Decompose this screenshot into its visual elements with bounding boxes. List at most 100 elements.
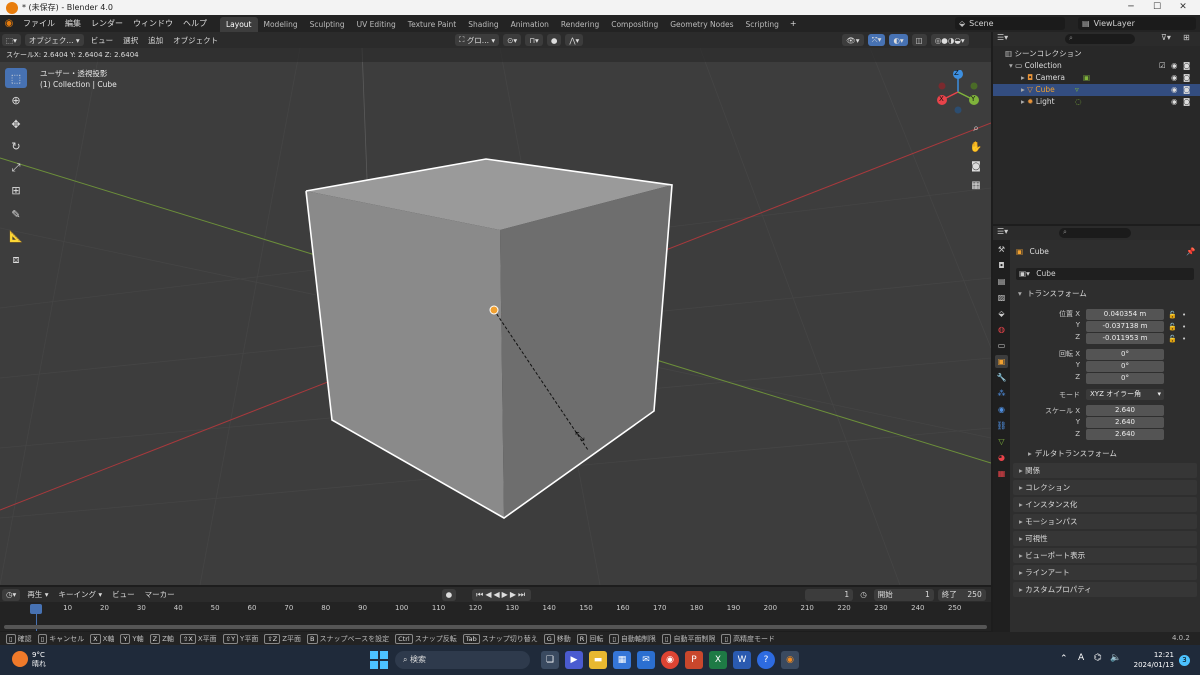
data-tab-icon[interactable]: ▽ bbox=[995, 435, 1008, 448]
camera-view-icon[interactable]: ◙ bbox=[968, 158, 984, 174]
timeline-area[interactable]: 1102030405060708090100110120130140150160… bbox=[0, 602, 991, 631]
editor-type-button[interactable]: ⬚▾ bbox=[2, 34, 21, 46]
zoom-app-icon[interactable]: ▶ bbox=[565, 651, 583, 669]
select-box-tool-icon[interactable]: ⬚ bbox=[5, 68, 27, 88]
falloff-dropdown[interactable]: ⋀▾ bbox=[565, 34, 584, 46]
cube-row[interactable]: ▸ ▽ Cube ▿ ◉ ◙ bbox=[993, 84, 1200, 96]
camera-render-icon[interactable]: ◙ bbox=[1183, 60, 1190, 72]
blender-menu-icon[interactable]: ◉ bbox=[0, 18, 18, 29]
tab-texture-paint[interactable]: Texture Paint bbox=[402, 17, 462, 32]
keyframe-dots-icon[interactable]: • • • bbox=[1182, 309, 1186, 345]
tool-tab-icon[interactable]: ⚒ bbox=[995, 243, 1008, 256]
mail-icon[interactable]: ✉ bbox=[637, 651, 655, 669]
motion-paths-panel[interactable]: ▸ モーションパス bbox=[1013, 514, 1197, 529]
network-icon[interactable]: ⌬ bbox=[1094, 653, 1102, 663]
timeline-view-menu[interactable]: ビュー bbox=[107, 589, 140, 600]
properties-editor-icon[interactable]: ☰▾ bbox=[997, 227, 1008, 236]
tab-uv-editing[interactable]: UV Editing bbox=[351, 17, 402, 32]
custom-properties-panel[interactable]: ▸ カスタムプロパティ bbox=[1013, 582, 1197, 597]
visibility-panel[interactable]: ▸ 可視性 bbox=[1013, 531, 1197, 546]
visibility-dropdown[interactable]: 👁▾ bbox=[842, 34, 864, 46]
constraints-tab-icon[interactable]: ⛓ bbox=[995, 419, 1008, 432]
ime-indicator[interactable]: A bbox=[1078, 653, 1084, 663]
lock-icons[interactable]: 🔓 🔓 🔓 bbox=[1168, 309, 1177, 345]
tab-sculpting[interactable]: Sculpting bbox=[304, 17, 351, 32]
tab-modeling[interactable]: Modeling bbox=[258, 17, 304, 32]
viewlayer-selector[interactable]: ▤ ViewLayer bbox=[1078, 17, 1196, 30]
tab-geometry-nodes[interactable]: Geometry Nodes bbox=[664, 17, 739, 32]
maximize-button[interactable]: ☐ bbox=[1144, 0, 1170, 15]
menu-add[interactable]: 追加 bbox=[143, 35, 168, 46]
tab-compositing[interactable]: Compositing bbox=[605, 17, 664, 32]
scale-tool-icon[interactable]: ⤢ bbox=[5, 158, 27, 178]
record-button[interactable]: ● bbox=[441, 588, 457, 601]
eye-icon[interactable]: ◉ bbox=[1171, 96, 1178, 108]
word-icon[interactable]: W bbox=[733, 651, 751, 669]
checkbox-icon[interactable]: ☑ bbox=[1159, 60, 1166, 72]
clock-icon[interactable]: ◷ bbox=[855, 590, 872, 599]
camera-data-icon[interactable]: ▣ bbox=[1083, 72, 1090, 84]
light-data-icon[interactable]: ◌ bbox=[1075, 96, 1082, 108]
tab-layout[interactable]: Layout bbox=[220, 17, 258, 32]
clock[interactable]: 12:21 2024/01/13 bbox=[1132, 650, 1174, 670]
taskbar-search-box[interactable]: ⌕ 検索 bbox=[395, 651, 530, 669]
collection-row[interactable]: ▾ ▭ Collection ☑ ◉ ◙ bbox=[993, 60, 1200, 72]
relations-panel[interactable]: ▸ 関係 bbox=[1013, 463, 1197, 478]
xray-toggle[interactable]: ◫ bbox=[911, 34, 927, 46]
scale-y-field[interactable]: 2.640 bbox=[1086, 417, 1164, 428]
particles-tab-icon[interactable]: ⁂ bbox=[995, 387, 1008, 400]
tab-shading[interactable]: Shading bbox=[462, 17, 504, 32]
collections-panel[interactable]: ▸ コレクション bbox=[1013, 480, 1197, 495]
minimize-button[interactable]: ─ bbox=[1118, 0, 1144, 15]
properties-search-input[interactable]: ⌕ bbox=[1059, 228, 1131, 238]
rotate-tool-icon[interactable]: ↻ bbox=[5, 136, 27, 156]
pivot-dropdown[interactable]: ⊙▾ bbox=[503, 34, 522, 46]
weather-sun-icon[interactable] bbox=[12, 651, 28, 667]
proportional-edit-toggle[interactable]: ● bbox=[546, 34, 562, 46]
menu-view[interactable]: ビュー bbox=[86, 35, 119, 46]
camera-render-icon[interactable]: ◙ bbox=[1183, 84, 1190, 96]
menu-window[interactable]: ウィンドウ bbox=[128, 15, 178, 32]
data-name-field[interactable]: ▣▾ Cube bbox=[1016, 268, 1194, 280]
menu-edit[interactable]: 編集 bbox=[60, 15, 86, 32]
scale-x-field[interactable]: 2.640 bbox=[1086, 405, 1164, 416]
marker-menu[interactable]: マーカー bbox=[140, 589, 180, 600]
windows-start-icon[interactable] bbox=[370, 651, 388, 669]
scale-z-field[interactable]: 2.640 bbox=[1086, 429, 1164, 440]
pan-hand-icon[interactable]: ✋ bbox=[968, 139, 984, 155]
camera-render-icon[interactable]: ◙ bbox=[1183, 72, 1190, 84]
snap-toggle[interactable]: ⊓▾ bbox=[525, 34, 543, 46]
material-tab-icon[interactable]: ◕ bbox=[995, 451, 1008, 464]
outliner-editor-icon[interactable]: ☰▾ bbox=[997, 33, 1008, 42]
filter-icon[interactable]: ⊽▾ bbox=[1161, 33, 1171, 42]
grid-perspective-icon[interactable]: ▦ bbox=[968, 177, 984, 193]
chrome-icon[interactable]: ◉ bbox=[661, 651, 679, 669]
tab-scripting[interactable]: Scripting bbox=[740, 17, 785, 32]
end-frame-field[interactable]: 終了 250 bbox=[937, 588, 986, 601]
transform-panel-header[interactable]: ▾ トランスフォーム bbox=[1010, 288, 1200, 300]
playback-menu[interactable]: 再生 ▾ bbox=[22, 589, 53, 600]
gizmo-toggle[interactable]: ⤧▾ bbox=[867, 34, 886, 46]
navigation-gizmo[interactable]: Z X Y bbox=[936, 69, 980, 114]
new-collection-icon[interactable]: ⊞ bbox=[1183, 33, 1190, 42]
menu-object[interactable]: オブジェクト bbox=[168, 35, 223, 46]
tray-chevron-icon[interactable]: ⌃ bbox=[1060, 654, 1068, 664]
file-explorer-icon[interactable]: ▬ bbox=[589, 651, 607, 669]
modifier-tab-icon[interactable]: 🔧 bbox=[995, 371, 1008, 384]
world-tab-icon[interactable]: ◍ bbox=[995, 323, 1008, 336]
shading-modes[interactable]: ◎●◑◒▾ bbox=[930, 34, 969, 46]
close-button[interactable]: ✕ bbox=[1170, 0, 1196, 15]
keying-menu[interactable]: キーイング ▾ bbox=[53, 589, 107, 600]
light-row[interactable]: ▸ ✹ Light ◌ ◉ ◙ bbox=[993, 96, 1200, 108]
excel-icon[interactable]: X bbox=[709, 651, 727, 669]
overlay-toggle[interactable]: ◐▾ bbox=[889, 34, 908, 46]
render-tab-icon[interactable]: ◘ bbox=[995, 259, 1008, 272]
annotate-tool-icon[interactable]: ✎ bbox=[5, 204, 27, 224]
3d-viewport[interactable]: ⤡ ユーザー・透視投影 (1) Collection | Cube Z X Y … bbox=[0, 48, 991, 585]
menu-file[interactable]: ファイル bbox=[18, 15, 60, 32]
menu-select[interactable]: 選択 bbox=[118, 35, 143, 46]
texture-tab-icon[interactable]: ▦ bbox=[995, 467, 1008, 480]
help-icon[interactable]: ? bbox=[757, 651, 775, 669]
cursor-tool-icon[interactable]: ⊕ bbox=[5, 90, 27, 110]
add-cube-tool-icon[interactable]: ⧈ bbox=[5, 250, 27, 270]
